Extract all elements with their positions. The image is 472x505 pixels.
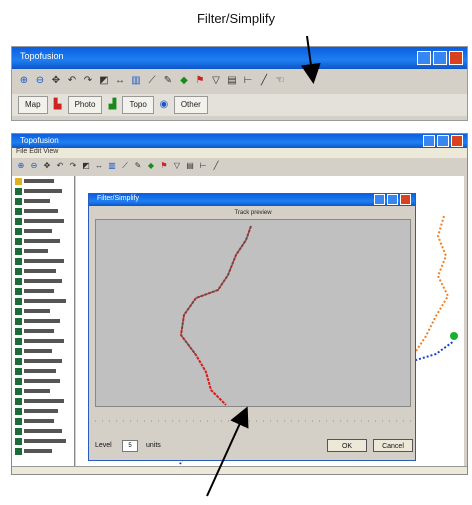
annotation-arrows (206, 35, 321, 497)
top-arrow (300, 35, 321, 84)
bottom-arrow (206, 406, 249, 497)
